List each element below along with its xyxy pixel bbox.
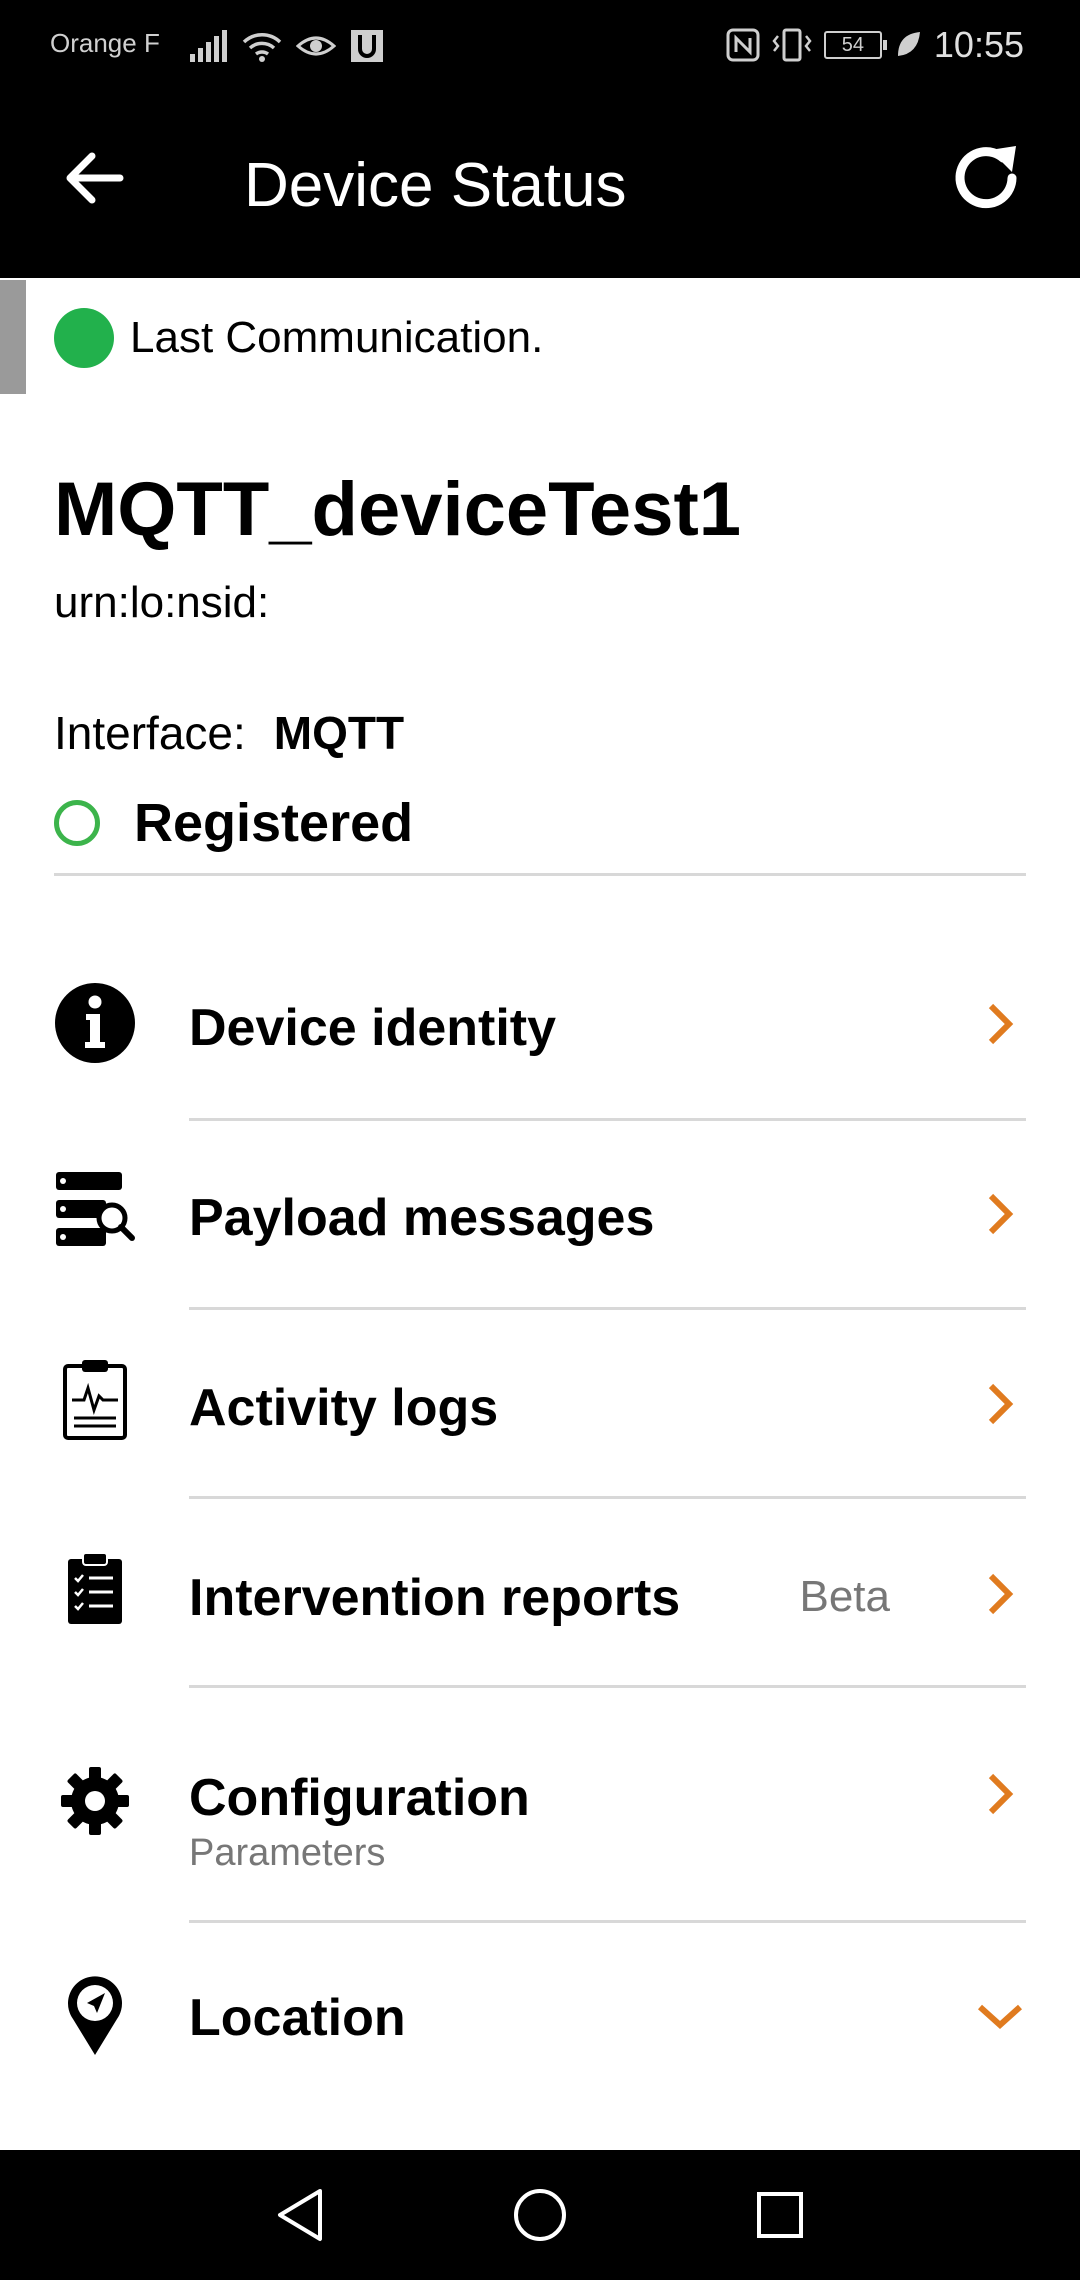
triangle-back-icon: [278, 2189, 322, 2241]
refresh-button[interactable]: [944, 136, 1028, 220]
chevron-right-icon: [976, 1770, 1024, 1818]
circle-home-icon: [514, 2189, 566, 2241]
divider: [189, 1920, 1026, 1923]
last-communication-label: Last Communication.: [130, 313, 544, 362]
chevron-right-icon: [976, 1380, 1024, 1428]
divider: [189, 1307, 1026, 1310]
nav-back-button[interactable]: [270, 2185, 330, 2245]
divider: [54, 873, 1026, 876]
menu-sublabel: Parameters: [189, 1832, 386, 1874]
carrier-name: Orange F: [50, 28, 160, 58]
status-dot-icon: [54, 308, 114, 368]
location-pin-icon: [54, 1974, 136, 2056]
wifi-icon: [242, 33, 282, 62]
status-ring-icon: [54, 800, 100, 846]
menu-item-location[interactable]: Location: [0, 1960, 1080, 2080]
side-indicator: [0, 280, 26, 394]
device-urn: urn:lo:nsid:: [54, 578, 270, 627]
menu-item-payload-messages[interactable]: Payload messages: [0, 1150, 1080, 1270]
menu-label: Configuration: [189, 1769, 530, 1827]
arrow-left-icon: [66, 152, 124, 204]
gear-icon: [54, 1760, 136, 1842]
divider: [189, 1685, 1026, 1688]
clipboard-checklist-icon: [54, 1548, 136, 1630]
last-communication: Last Communication.: [54, 306, 543, 370]
battery-level: 54: [841, 33, 865, 56]
back-button[interactable]: [58, 142, 130, 214]
status-icons-right: 54 10:55: [726, 22, 1024, 68]
chevron-right-icon: [976, 1190, 1024, 1238]
nav-recents-button[interactable]: [750, 2185, 810, 2245]
menu-item-device-identity[interactable]: Device identity: [0, 960, 1080, 1080]
menu-label: Device identity: [189, 999, 557, 1057]
menu-item-configuration[interactable]: Configuration Parameters: [0, 1720, 1080, 1880]
nav-home-button[interactable]: [510, 2185, 570, 2245]
app-bar: Device Status: [0, 92, 1080, 278]
menu-label: Location: [189, 1989, 406, 2047]
square-recents-icon: [757, 2192, 803, 2238]
page-title: Device Status: [244, 151, 627, 220]
system-nav-bar: [0, 2150, 1080, 2280]
chevron-down-icon: [976, 1992, 1024, 2040]
info-icon: [54, 982, 136, 1064]
registration-status: Registered: [54, 792, 413, 854]
leaf-icon: [897, 32, 920, 56]
divider: [189, 1496, 1026, 1499]
menu-label: Activity logs: [189, 1379, 499, 1437]
interface-value: MQTT: [273, 707, 405, 759]
signal-icon: [190, 30, 227, 62]
chevron-right-icon: [976, 1000, 1024, 1048]
interface-row: Interface: MQTT: [54, 706, 404, 760]
battery-icon: 54: [823, 31, 887, 59]
refresh-icon: [955, 146, 1017, 209]
menu-item-activity-logs[interactable]: Activity logs: [0, 1340, 1080, 1460]
menu-label: Intervention reports: [189, 1569, 681, 1627]
status-text: Registered: [134, 793, 414, 853]
menu-item-intervention-reports[interactable]: Intervention reports Beta: [0, 1530, 1080, 1650]
divider: [189, 1118, 1026, 1121]
status-bar: Orange F 54 10:55: [0, 0, 1080, 92]
menu-label: Payload messages: [189, 1189, 655, 1247]
interface-label: Interface:: [54, 707, 246, 759]
beta-badge: Beta: [799, 1572, 890, 1621]
vibrate-icon: [772, 28, 812, 62]
device-name: MQTT_deviceTest1: [54, 467, 742, 552]
chevron-right-icon: [976, 1570, 1024, 1618]
status-icons-left: [188, 26, 384, 66]
app-u-icon: [351, 30, 383, 62]
eye-icon: [296, 36, 336, 56]
clock: 10:55: [933, 24, 1024, 65]
server-search-icon: [54, 1170, 136, 1252]
clipboard-pulse-icon: [54, 1358, 136, 1440]
nfc-icon: [726, 28, 760, 62]
